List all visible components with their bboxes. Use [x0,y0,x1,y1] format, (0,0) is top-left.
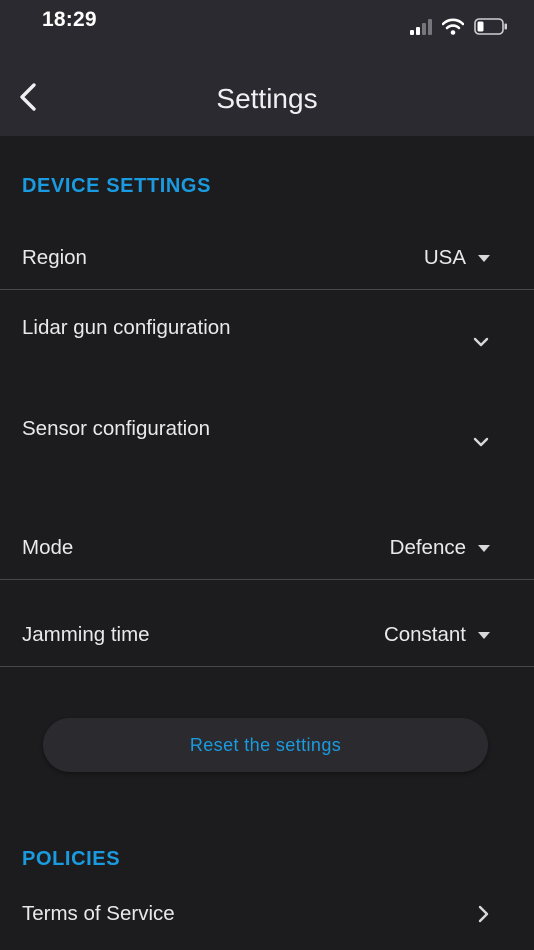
page-title: Settings [216,83,318,114]
divider [0,289,534,290]
divider [0,666,534,667]
region-row[interactable]: Region USA [0,230,534,290]
mode-row[interactable]: Mode Defence [0,520,534,580]
battery-icon [474,18,507,35]
reset-settings-button[interactable]: Reset the settings [43,718,488,772]
divider [0,579,534,580]
mode-value[interactable]: Defence [390,536,466,560]
lidar-config-row[interactable]: Lidar gun configuration [0,300,534,390]
status-icons [410,18,508,35]
status-time: 18:29 [42,8,97,31]
app-header: Settings [0,56,534,136]
lidar-config-label: Lidar gun configuration [22,316,231,339]
sensor-config-row[interactable]: Sensor configuration [0,400,534,490]
mode-label: Mode [22,536,74,559]
sensor-config-label: Sensor configuration [22,417,211,440]
device-settings-title: DEVICE SETTINGS [22,175,212,197]
region-label: Region [22,246,87,269]
jamming-time-value[interactable]: Constant [384,623,466,647]
chevron-down-icon[interactable] [472,435,490,449]
wifi-icon [442,18,464,35]
region-value[interactable]: USA [424,246,466,270]
jamming-time-label: Jamming time [22,623,150,646]
signal-icon [410,18,432,35]
chevron-right-icon[interactable] [476,904,490,924]
terms-of-service-row[interactable]: Terms of Service [0,886,534,942]
caret-down-icon[interactable] [478,255,490,262]
caret-down-icon[interactable] [478,545,490,552]
terms-of-service-label: Terms of Service [22,902,175,925]
jamming-time-row[interactable]: Jamming time Constant [0,607,534,667]
status-bar: 18:29 [0,0,534,56]
chevron-down-icon[interactable] [472,335,490,349]
caret-down-icon[interactable] [478,632,490,639]
policies-title: POLICIES [22,848,121,870]
